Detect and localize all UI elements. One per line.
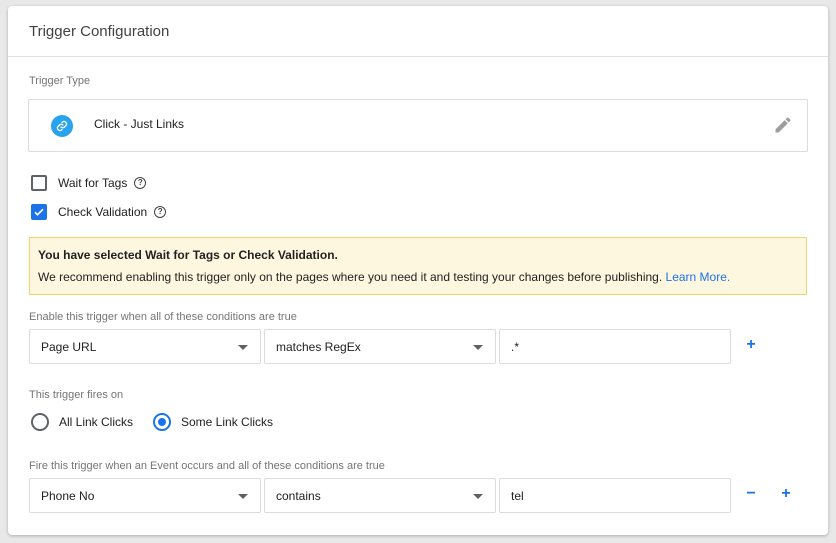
dropdown-caret-icon: [238, 494, 248, 499]
enable-operator-select[interactable]: matches RegEx: [264, 329, 496, 364]
dropdown-caret-icon: [473, 345, 483, 350]
wait-for-tags-label: Wait for Tags: [58, 176, 128, 190]
trigger-type-selector[interactable]: Click - Just Links: [28, 99, 808, 152]
some-link-clicks-radio[interactable]: [153, 413, 171, 431]
enable-conditions-label: Enable this trigger when all of these co…: [29, 311, 297, 323]
fires-on-label: This trigger fires on: [29, 389, 124, 401]
wait-for-tags-option: Wait for Tags ?: [31, 174, 147, 192]
enable-variable-select[interactable]: Page URL: [29, 329, 261, 364]
all-link-clicks-radio[interactable]: [31, 413, 49, 431]
wait-for-tags-checkbox[interactable]: [31, 175, 47, 191]
all-link-clicks-label: All Link Clicks: [59, 415, 134, 429]
enable-value-text: .*: [511, 340, 520, 354]
dropdown-caret-icon: [238, 345, 248, 350]
warning-title: You have selected Wait for Tags or Check…: [38, 248, 338, 262]
some-link-clicks-label: Some Link Clicks: [181, 415, 274, 429]
fire-operator-select[interactable]: contains: [264, 478, 496, 513]
all-link-clicks-option: All Link Clicks: [31, 412, 133, 432]
some-link-clicks-option: Some Link Clicks: [153, 412, 273, 432]
trigger-configuration-card: Trigger Configuration Trigger Type Click…: [8, 6, 828, 535]
edit-pencil-icon[interactable]: [773, 115, 793, 135]
trigger-type-label: Trigger Type: [29, 75, 91, 87]
checkmark-icon: [34, 208, 44, 216]
remove-fire-condition-button[interactable]: −: [744, 485, 758, 503]
fire-variable-value: Phone No: [41, 489, 95, 503]
fire-value-input[interactable]: tel: [499, 478, 731, 513]
link-icon: [51, 115, 73, 137]
warning-body-text: We recommend enabling this trigger only …: [38, 270, 663, 284]
validation-warning-banner: You have selected Wait for Tags or Check…: [29, 237, 807, 295]
fire-variable-select[interactable]: Phone No: [29, 478, 261, 513]
add-fire-condition-button[interactable]: +: [779, 485, 793, 503]
fire-operator-value: contains: [276, 489, 321, 503]
trigger-type-name: Click - Just Links: [94, 117, 185, 131]
enable-value-input[interactable]: .*: [499, 329, 731, 364]
dropdown-caret-icon: [473, 494, 483, 499]
add-enable-condition-button[interactable]: +: [744, 336, 758, 354]
fire-conditions-label: Fire this trigger when an Event occurs a…: [29, 460, 385, 472]
warning-body: We recommend enabling this trigger only …: [38, 270, 806, 284]
enable-operator-value: matches RegEx: [276, 340, 361, 354]
check-validation-checkbox[interactable]: [31, 204, 47, 220]
help-icon[interactable]: ?: [154, 206, 167, 218]
learn-more-link[interactable]: Learn More.: [666, 270, 731, 284]
card-title: Trigger Configuration: [8, 6, 828, 57]
help-icon[interactable]: ?: [134, 177, 147, 189]
check-validation-label: Check Validation: [58, 205, 148, 219]
fire-value-text: tel: [511, 489, 524, 503]
enable-variable-value: Page URL: [41, 340, 97, 354]
check-validation-option: Check Validation ?: [31, 203, 167, 221]
